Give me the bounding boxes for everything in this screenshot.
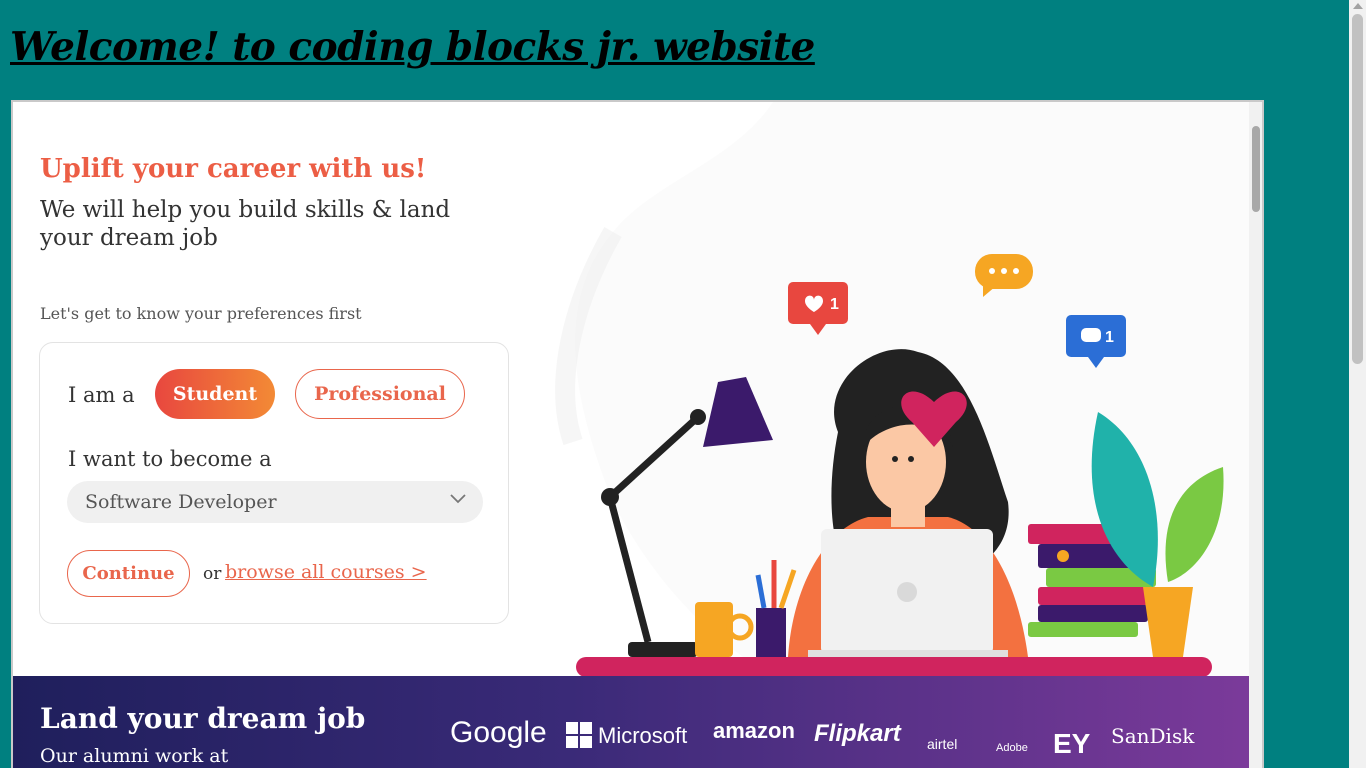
coffee-mug-icon — [695, 602, 754, 657]
desk-surface — [576, 657, 1212, 677]
career-goal-value: Software Developer — [85, 491, 277, 513]
comment-count: 1 — [1105, 329, 1114, 346]
goal-label: I want to become a — [68, 447, 272, 471]
hero-illustration: 1 1 — [576, 254, 1224, 677]
company-logo-microsoft: Microsoft — [566, 722, 687, 749]
scroll-up-arrow-icon[interactable] — [1353, 3, 1363, 9]
pencil-cup-icon — [755, 560, 797, 657]
like-notification-icon: 1 — [788, 282, 848, 335]
chevron-down-icon — [450, 494, 466, 504]
page-scrollbar-thumb[interactable] — [1352, 14, 1363, 364]
hero-subheadline: We will help you build skills & land you… — [40, 197, 451, 251]
career-goal-select[interactable]: Software Developer — [67, 481, 483, 523]
company-logo-adobe: Adobe — [996, 742, 1028, 754]
company-logo-google: Google — [450, 716, 547, 749]
company-logo-amazon: amazon — [713, 718, 795, 743]
hero-section: Uplift your career with us! We will help… — [13, 102, 1249, 677]
preferences-prompt: Let's get to know your preferences first — [40, 304, 362, 323]
microsoft-icon — [566, 722, 592, 748]
band-title: Land your dream job — [40, 702, 366, 735]
or-text: or — [203, 564, 222, 584]
i-am-label: I am a — [68, 383, 135, 407]
company-logo-ey: EY — [1053, 728, 1091, 759]
chat-typing-icon — [975, 254, 1033, 297]
like-count: 1 — [830, 296, 839, 313]
browse-all-courses-link[interactable]: browse all courses > — [225, 561, 427, 583]
alumni-band: Land your dream job Our alumni work at G… — [13, 676, 1249, 768]
hero-headline: Uplift your career with us! — [40, 154, 427, 184]
preferences-card: I am a Student Professional I want to be… — [39, 342, 509, 624]
company-logo-airtel: airtel — [927, 736, 958, 752]
comment-notification-icon: 1 — [1066, 315, 1126, 368]
frame-scrollbar-thumb[interactable] — [1252, 126, 1260, 212]
laptop-icon — [808, 529, 1008, 657]
company-logo-sandisk: SanDisk — [1111, 724, 1195, 748]
company-logo-flipkart: Flipkart — [814, 720, 901, 747]
continue-button[interactable]: Continue — [67, 550, 190, 597]
desk-lamp-icon — [601, 377, 773, 657]
band-subtitle: Our alumni work at — [40, 745, 229, 767]
page-title: Welcome! to coding blocks jr. website — [10, 24, 815, 70]
student-button[interactable]: Student — [155, 369, 275, 419]
professional-button[interactable]: Professional — [295, 369, 465, 419]
embedded-page-frame: Uplift your career with us! We will help… — [11, 100, 1264, 768]
